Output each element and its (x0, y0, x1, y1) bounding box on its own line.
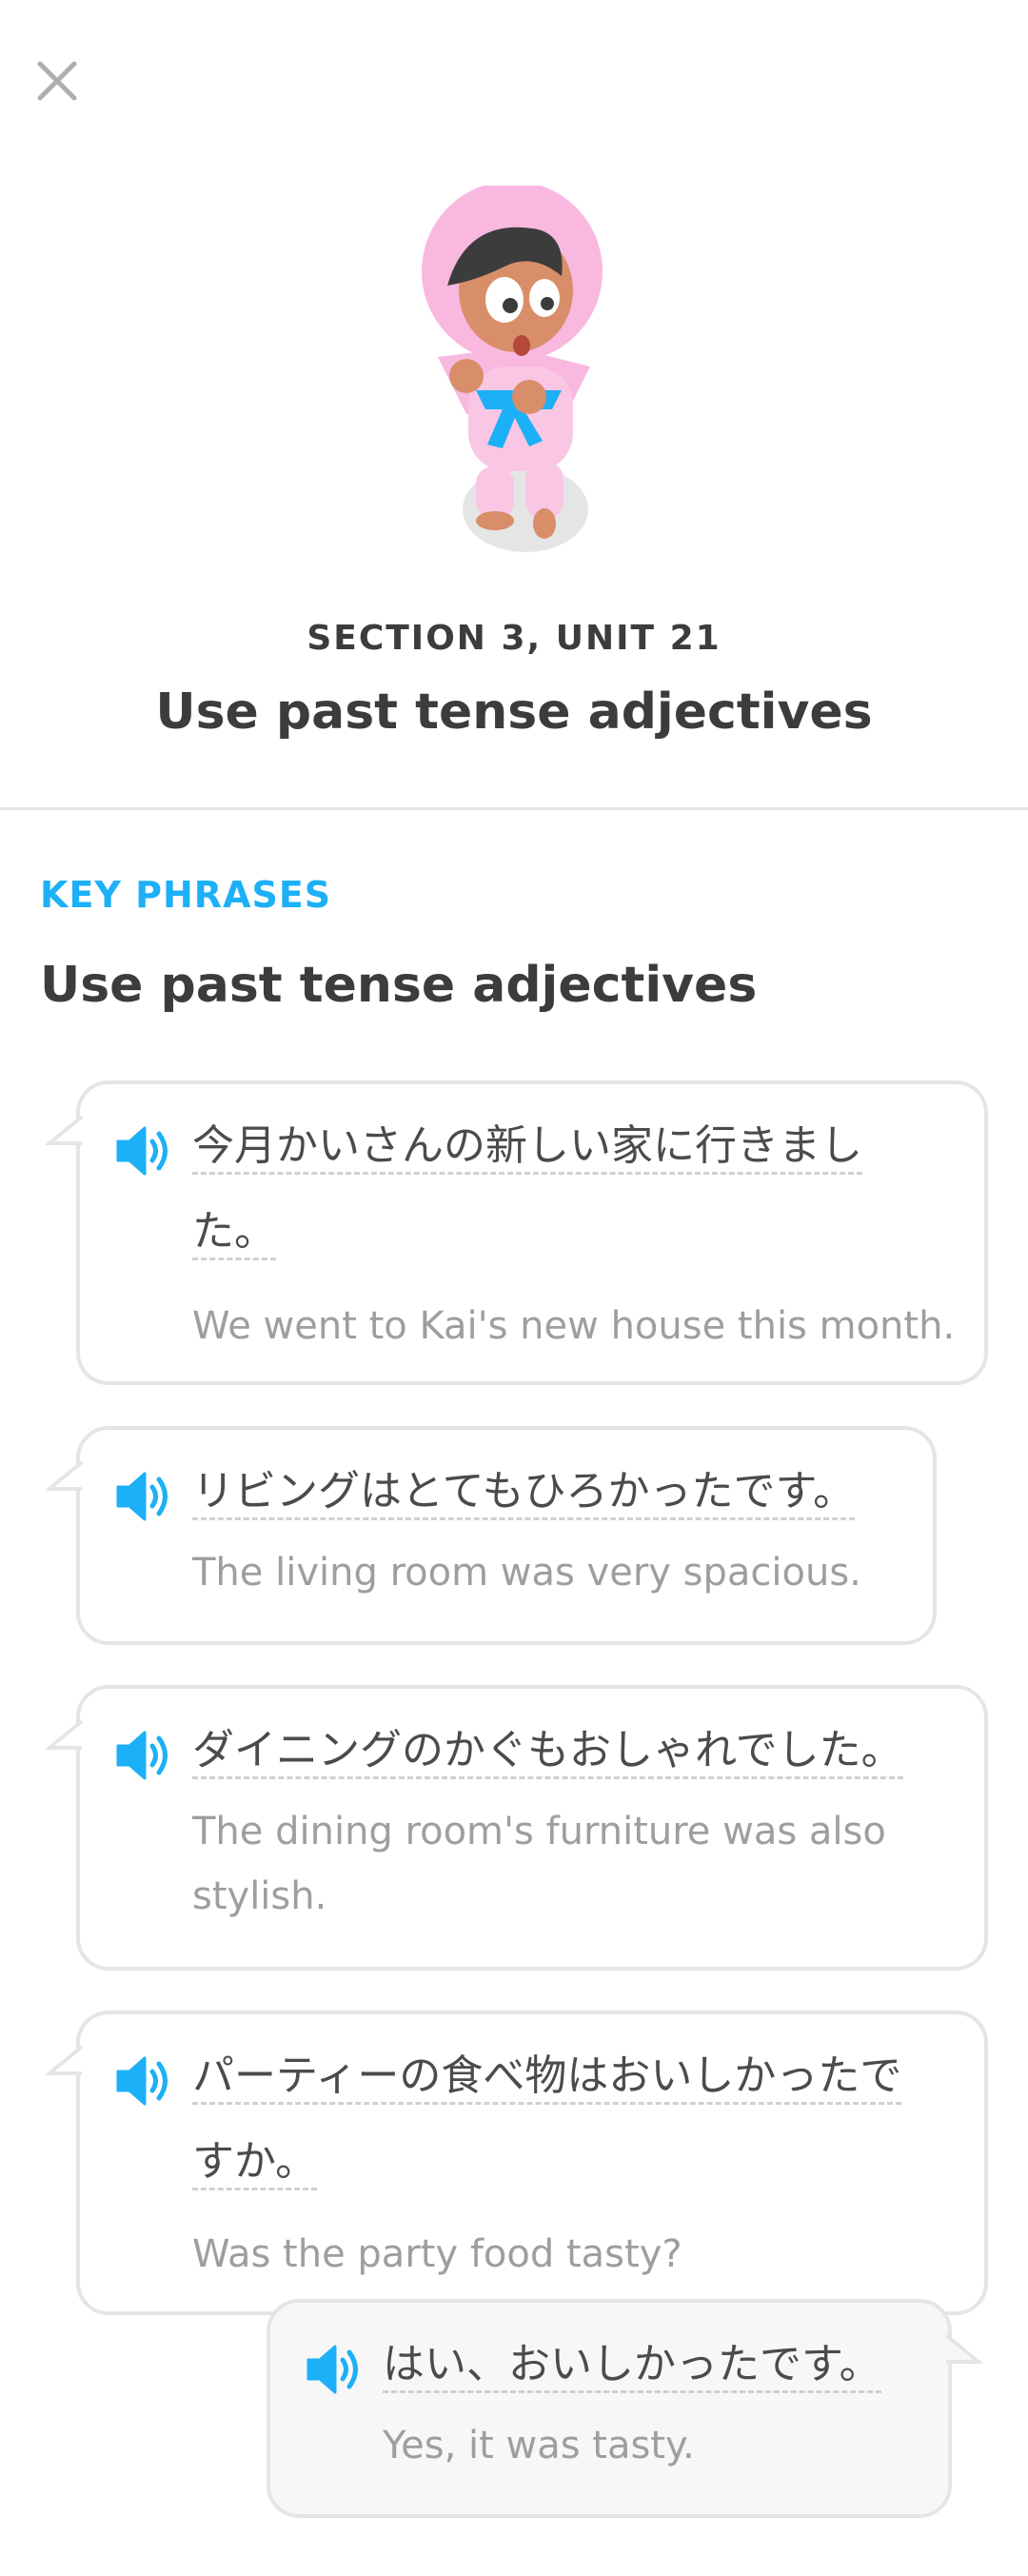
speaker-icon (116, 2056, 168, 2106)
bubble-tail (944, 2333, 982, 2364)
phrase-bubble: 今月かいさんの新しい家に行きまし た。 We went to Kai's new… (46, 1080, 988, 1385)
phrase-translation: The living room was very spacious. (192, 1551, 861, 1595)
key-phrases-label: KEY PHRASES (40, 874, 332, 916)
speaker-button[interactable] (305, 2343, 366, 2396)
phrase-japanese[interactable]: ダイニングのかぐもおしゃれでした。 (192, 1708, 973, 1793)
divider (0, 807, 1028, 810)
key-phrases-title: Use past tense adjectives (40, 957, 758, 1014)
phrase-translation: We went to Kai's new house this month. (192, 1304, 956, 1348)
phrase-bubble: パーティーの食べ物はおいしかったで すか。 Was the party food… (46, 2011, 988, 2315)
speaker-icon (116, 1472, 168, 1521)
phrase-bubble-response: はい、おいしかったです。 Yes, it was tasty. (267, 2299, 982, 2518)
phrase-japanese[interactable]: 今月かいさんの新しい家に行きまし た。 (192, 1103, 973, 1275)
phrase-japanese[interactable]: パーティーの食べ物はおいしかったで すか。 (192, 2033, 973, 2205)
bubble-tail (46, 2045, 84, 2075)
speaker-button[interactable] (114, 1470, 175, 1523)
speaker-button[interactable] (114, 2054, 175, 2108)
close-button[interactable] (29, 52, 86, 109)
phrase-japanese[interactable]: はい、おいしかったです。 (383, 2322, 935, 2408)
speaker-icon (116, 1126, 168, 1176)
bubble-tail (46, 1115, 84, 1145)
phrase-translation: Yes, it was tasty. (383, 2424, 695, 2467)
speaker-icon (306, 2345, 358, 2394)
phrase-bubble: ダイニングのかぐもおしゃれでした。 The dining room's furn… (46, 1685, 988, 1971)
close-icon (37, 61, 77, 101)
phrase-translation: The dining room's furniture was also sty… (192, 1810, 886, 1918)
phrase-translation: Was the party food tasty? (192, 2232, 682, 2276)
karate-character-illustration (422, 186, 603, 552)
speaker-button[interactable] (114, 1124, 175, 1178)
phrase-bubble: リビングはとてもひろかったです。 The living room was ver… (46, 1426, 937, 1645)
section-unit-label: SECTION 3, UNIT 21 (306, 619, 722, 658)
bubble-tail (46, 1719, 84, 1750)
speaker-button[interactable] (114, 1729, 175, 1782)
phrase-japanese[interactable]: リビングはとてもひろかったです。 (192, 1449, 916, 1535)
bubble-tail (46, 1460, 84, 1491)
unit-title: Use past tense adjectives (155, 684, 873, 741)
speaker-icon (116, 1731, 168, 1780)
